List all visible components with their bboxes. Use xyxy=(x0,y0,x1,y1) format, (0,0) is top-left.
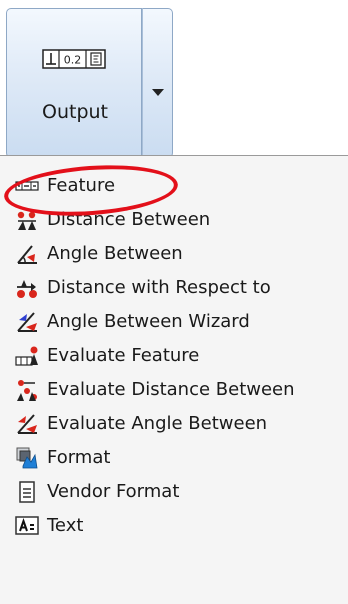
menu-item-label: Angle Between Wizard xyxy=(47,311,250,332)
chevron-down-icon xyxy=(152,89,164,96)
menu-item-label: Text xyxy=(47,515,84,536)
menu-item-label: Evaluate Feature xyxy=(47,345,200,366)
distance-respect-icon xyxy=(17,280,37,298)
vendor-format-icon xyxy=(19,481,35,503)
menu-item-angle-between[interactable]: Angle Between xyxy=(0,237,348,271)
feature-control-frame-icon: 0.2 xyxy=(42,49,106,69)
menu-item-label: Angle Between xyxy=(47,243,183,264)
menu-item-feature[interactable]: Feature xyxy=(0,169,348,203)
menu-item-evaluate-distance-between[interactable]: Evaluate Distance Between xyxy=(0,373,348,407)
menu-item-evaluate-angle-between[interactable]: Evaluate Angle Between xyxy=(0,407,348,441)
output-dropdown-menu: Feature Distance Between Angle Between D… xyxy=(0,155,348,604)
menu-item-label: Vendor Format xyxy=(47,481,180,502)
menu-item-label: Format xyxy=(47,447,111,468)
menu-item-label: Evaluate Distance Between xyxy=(47,379,295,400)
angle-between-icon xyxy=(17,245,37,264)
output-split-button[interactable]: 0.2 Output xyxy=(6,8,173,158)
menu-item-label: Distance with Respect to xyxy=(47,277,271,298)
evaluate-distance-icon xyxy=(17,380,37,401)
format-icon xyxy=(16,447,38,469)
distance-between-icon xyxy=(17,211,36,230)
output-button-label: Output xyxy=(42,101,108,123)
menu-item-label: Feature xyxy=(47,175,116,196)
menu-item-vendor-format[interactable]: Vendor Format xyxy=(0,475,348,509)
output-button[interactable]: 0.2 Output xyxy=(6,8,142,158)
evaluate-feature-icon xyxy=(15,346,38,366)
angle-wizard-icon xyxy=(17,312,37,332)
menu-item-angle-between-wizard[interactable]: Angle Between Wizard xyxy=(0,305,348,339)
feature-control-frame-icon xyxy=(15,181,39,191)
menu-item-format[interactable]: Format xyxy=(0,441,348,475)
menu-item-evaluate-feature[interactable]: Evaluate Feature xyxy=(0,339,348,373)
menu-item-distance-with-respect-to[interactable]: Distance with Respect to xyxy=(0,271,348,305)
menu-item-label: Evaluate Angle Between xyxy=(47,413,268,434)
evaluate-angle-icon xyxy=(17,414,37,434)
menu-item-text[interactable]: Text xyxy=(0,509,348,543)
svg-text:0.2: 0.2 xyxy=(64,54,82,67)
output-dropdown-toggle[interactable] xyxy=(142,8,173,158)
menu-item-label: Distance Between xyxy=(47,209,211,230)
text-icon xyxy=(15,516,39,535)
menu-item-distance-between[interactable]: Distance Between xyxy=(0,203,348,237)
